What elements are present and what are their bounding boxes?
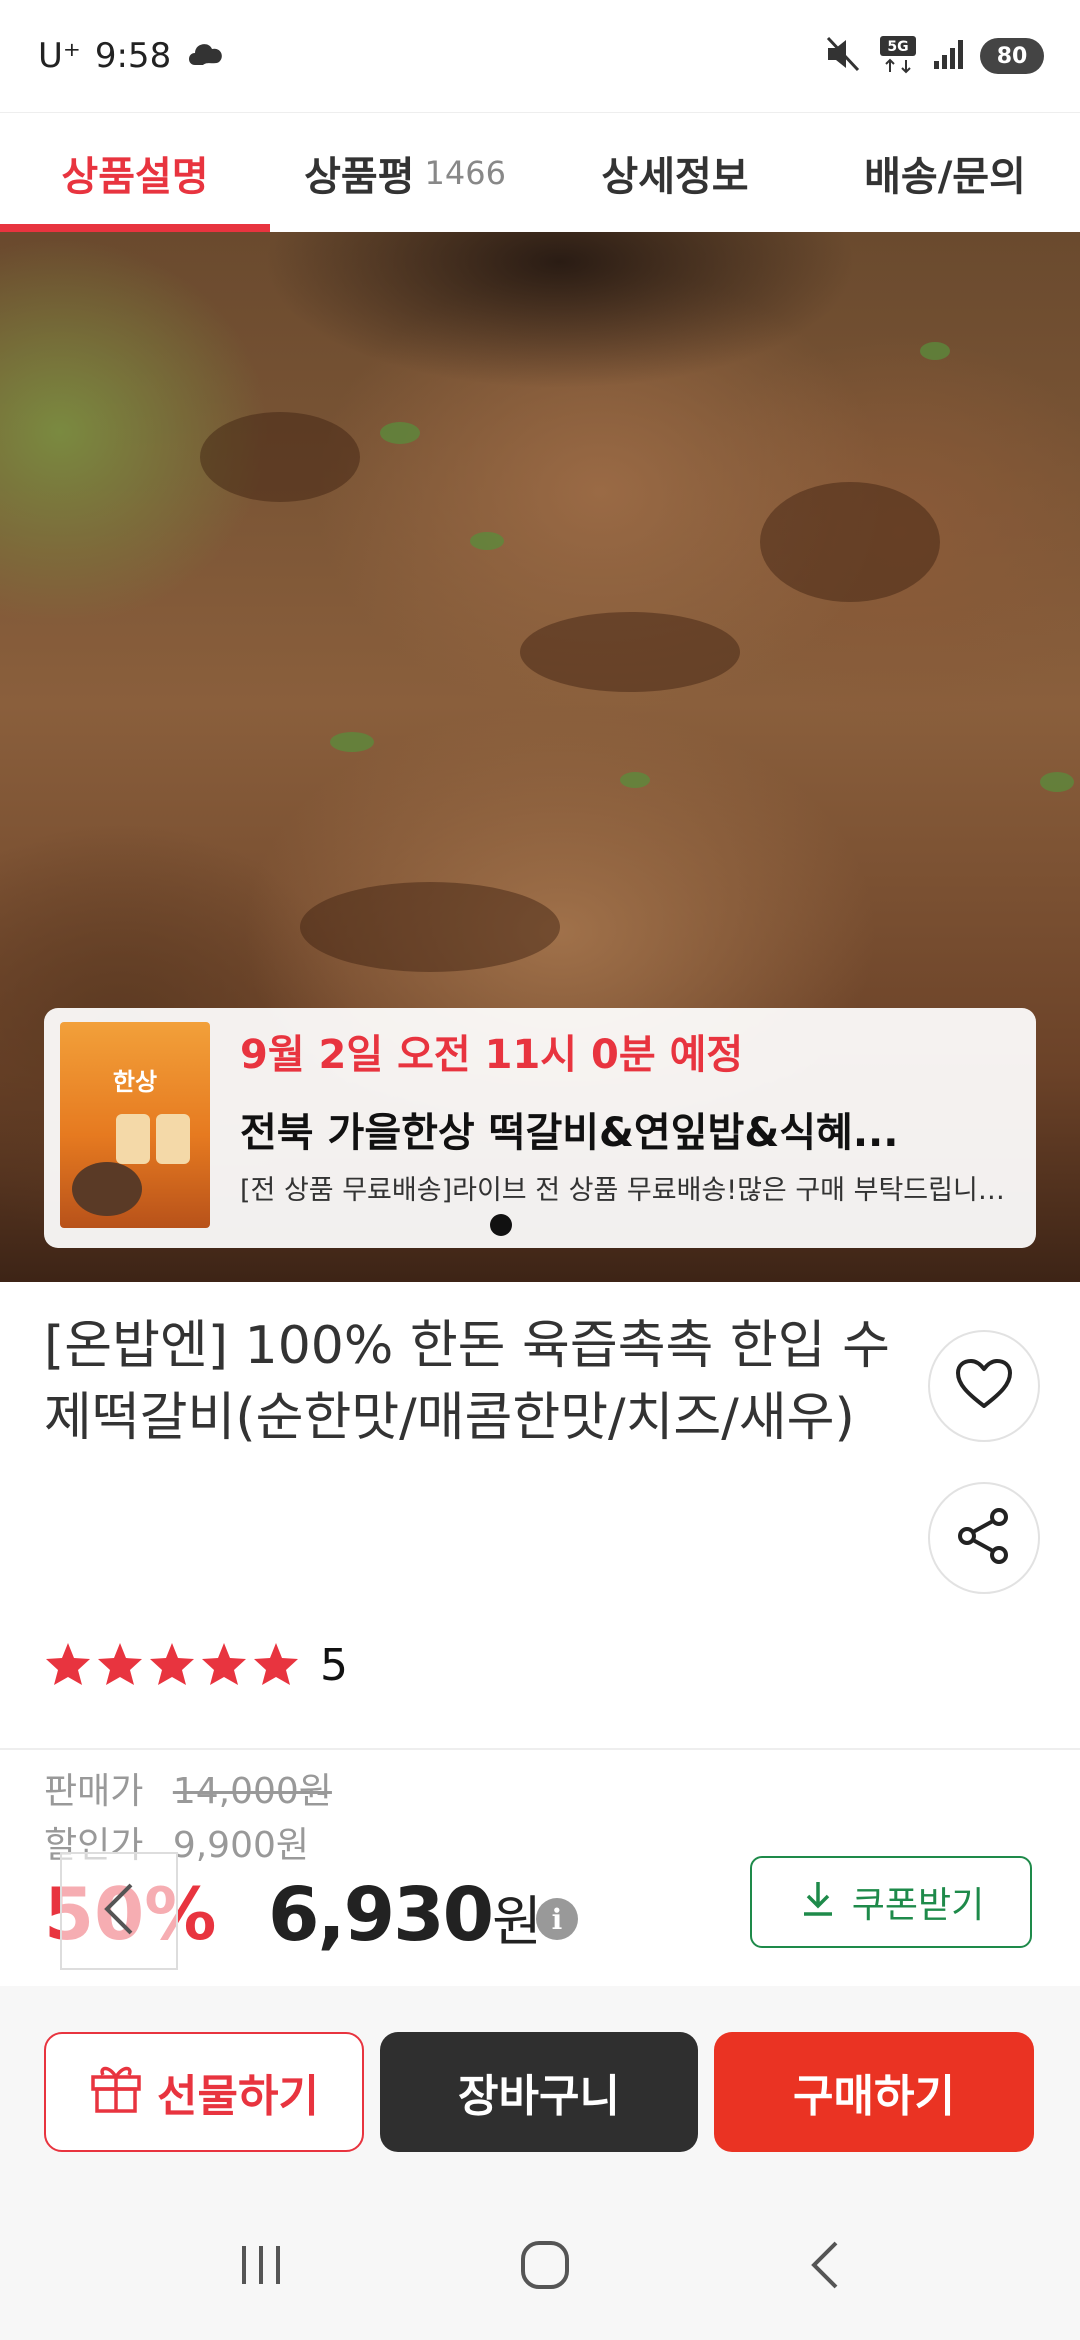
mute-icon (824, 36, 864, 76)
home-icon[interactable] (517, 2237, 573, 2297)
tab-shipping[interactable]: 배송/문의 (810, 113, 1080, 232)
gift-label: 선물하기 (157, 2071, 319, 2122)
hero-texture (200, 412, 360, 502)
system-nav-bar (0, 2194, 1080, 2340)
tab-label: 상품평 (304, 153, 415, 200)
network-5g-icon: 5G (878, 34, 918, 78)
tab-details[interactable]: 상세정보 (540, 113, 810, 232)
status-left: U⁺ 9:58 (38, 35, 227, 78)
section-divider (0, 1748, 1080, 1750)
final-price: 6,930원 (268, 1872, 542, 1958)
hero-texture (920, 342, 950, 360)
prev-arrow-button[interactable] (60, 1852, 178, 1970)
hero-texture (1040, 772, 1074, 792)
rating-score: 5 (320, 1640, 348, 1691)
product-rating[interactable]: 5 (44, 1640, 348, 1691)
product-tabs: 상품설명 상품평 1466 상세정보 배송/문의 (0, 112, 1080, 232)
hero-texture (330, 732, 374, 752)
recent-apps-icon[interactable] (236, 2240, 286, 2294)
coupon-button[interactable]: 쿠폰받기 (750, 1856, 1032, 1948)
hero-texture (760, 482, 940, 602)
tab-description[interactable]: 상품설명 (0, 113, 270, 232)
signal-icon (932, 37, 966, 75)
buy-label: 구매하기 (793, 2071, 955, 2122)
tab-reviews[interactable]: 상품평 1466 (270, 113, 540, 232)
back-icon[interactable] (804, 2237, 844, 2297)
status-right: 5G 80 (824, 34, 1044, 78)
thumbnail-plate (72, 1162, 142, 1216)
tab-label: 상품설명 (61, 153, 209, 200)
battery-icon: 80 (980, 38, 1044, 74)
sale-price-label: 판매가 (44, 1771, 144, 1812)
star-icon (148, 1641, 196, 1691)
hero-texture (300, 882, 560, 972)
live-title: 전북 가을한상 떡갈비&연잎밥&식혜... (240, 1110, 899, 1156)
active-tab-indicator (0, 224, 270, 232)
tab-label: 상세정보 (601, 153, 749, 200)
sale-price-value: 14,000원 (172, 1771, 332, 1812)
hero-texture (470, 532, 504, 550)
hero-texture (520, 612, 740, 692)
review-count: 1466 (424, 153, 506, 192)
live-thumbnail: 한상 (60, 1022, 210, 1228)
wishlist-button[interactable] (928, 1330, 1040, 1442)
sale-price-row: 판매가 14,000원 (44, 1762, 332, 1814)
bottom-action-bar: 선물하기 장바구니 구매하기 (0, 1986, 1080, 2194)
final-price-value: 6,930 (268, 1872, 494, 1958)
heart-icon (955, 1358, 1013, 1414)
star-icon (252, 1641, 300, 1691)
star-icon (200, 1641, 248, 1691)
gift-button[interactable]: 선물하기 (44, 2032, 364, 2152)
final-price-unit: 원 (492, 1890, 542, 1953)
thumbnail-jar (116, 1114, 150, 1164)
share-button[interactable] (928, 1482, 1040, 1594)
product-title: [온밥엔] 100% 한돈 육즙촉촉 한입 수제떡갈비(순한맛/매콤한맛/치즈/… (44, 1316, 890, 1448)
star-icon (44, 1641, 92, 1691)
chevron-left-icon (99, 1879, 139, 1943)
cart-label: 장바구니 (458, 2071, 620, 2122)
cloud-notification-icon (185, 35, 227, 78)
download-icon (798, 1878, 838, 1927)
thumbnail-jar (156, 1114, 190, 1164)
live-schedule: 9월 2일 오전 11시 0분 예정 (240, 1032, 744, 1078)
svg-text:5G: 5G (887, 39, 908, 55)
cart-button[interactable]: 장바구니 (380, 2032, 698, 2152)
coupon-label: 쿠폰받기 (851, 1885, 985, 1926)
hero-texture (620, 772, 650, 788)
live-description: [전 상품 무료배송]라이브 전 상품 무료배송!많은 구매 부탁드립니다😊[.… (240, 1175, 1020, 1206)
tab-label: 배송/문의 (864, 153, 1026, 200)
live-broadcast-card[interactable]: 한상 9월 2일 오전 11시 0분 예정 전북 가을한상 떡갈비&연잎밥&식혜… (44, 1008, 1036, 1248)
status-bar: U⁺ 9:58 5G 80 (0, 0, 1080, 112)
clock: 9:58 (94, 36, 172, 76)
product-hero-image[interactable]: 한상 9월 2일 오전 11시 0분 예정 전북 가을한상 떡갈비&연잎밥&식혜… (0, 232, 1080, 1282)
carrier-label: U⁺ (38, 36, 81, 76)
price-info-icon[interactable]: i (536, 1898, 578, 1940)
hero-texture (380, 422, 420, 444)
discount-price-value: 9,900원 (172, 1825, 310, 1866)
thumbnail-title: 한상 (112, 1068, 158, 1096)
star-icon (96, 1641, 144, 1691)
share-icon (957, 1507, 1011, 1569)
buy-button[interactable]: 구매하기 (714, 2032, 1034, 2152)
carousel-dot[interactable] (490, 1214, 512, 1236)
gift-icon (89, 2061, 143, 2124)
